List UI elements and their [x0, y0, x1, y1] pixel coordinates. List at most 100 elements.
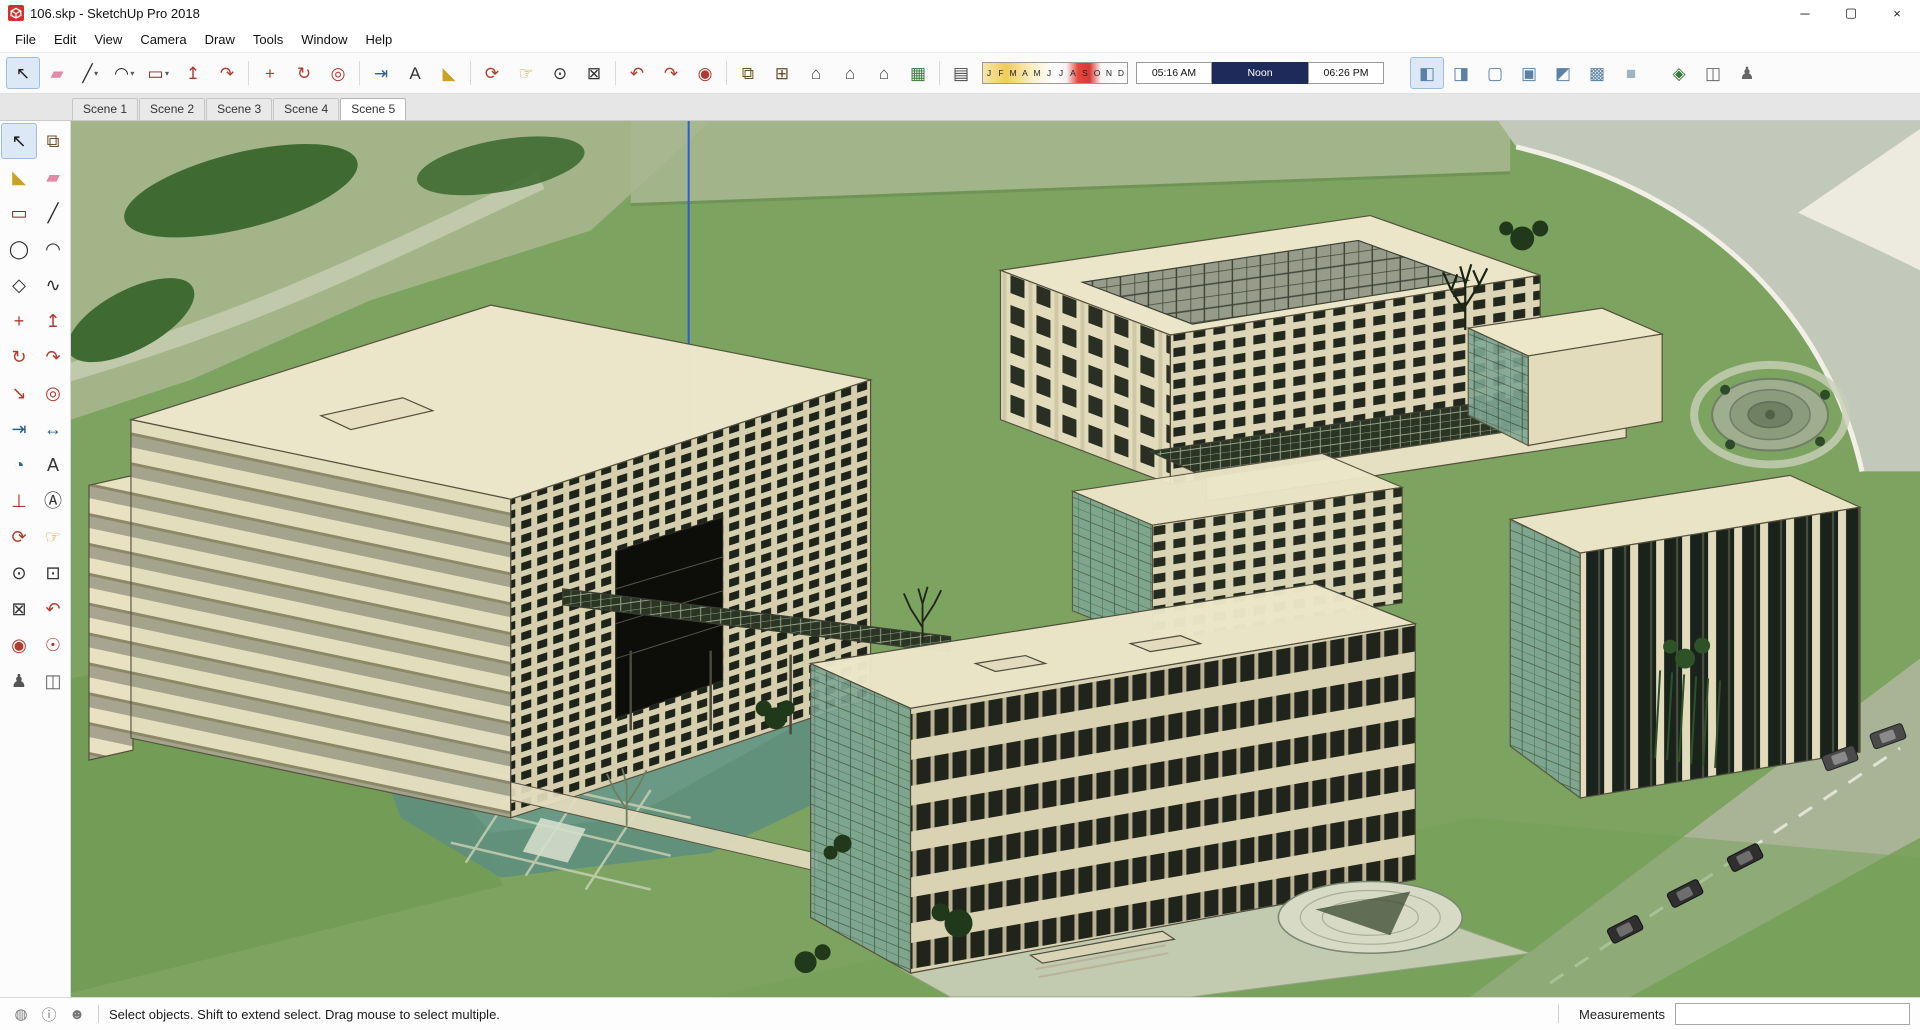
- style-xray-button[interactable]: ◧: [1410, 57, 1444, 89]
- text-tool[interactable]: A: [35, 447, 71, 483]
- line-tool[interactable]: ╱: [35, 195, 71, 231]
- rectangle-tool[interactable]: ▭: [1, 195, 37, 231]
- style-shaded-button[interactable]: ◩: [1546, 57, 1580, 89]
- style-monochrome-button[interactable]: ■: [1614, 57, 1648, 89]
- paint-bucket-tool[interactable]: ◣: [1, 159, 37, 195]
- arc-tool-button[interactable]: ◠ ▾: [108, 57, 142, 89]
- tool-icon: ╱: [82, 63, 93, 83]
- freehand-tool[interactable]: ∿: [35, 267, 71, 303]
- close-button[interactable]: ×: [1874, 0, 1920, 26]
- scene-tab-2[interactable]: Scene 2: [139, 98, 206, 120]
- rail-tool-icon: ◫: [44, 671, 62, 691]
- offset-tool[interactable]: ◎: [35, 375, 71, 411]
- minimize-button[interactable]: ─: [1782, 0, 1828, 26]
- walk-tool[interactable]: ♟: [1, 663, 37, 699]
- polygon-tool[interactable]: ◇: [1, 267, 37, 303]
- follow-me-tool-button[interactable]: ↷: [210, 57, 244, 89]
- line-tool-button[interactable]: ╱ ▾: [74, 57, 108, 89]
- 3d-text-tool[interactable]: Ⓐ: [35, 483, 71, 519]
- circle-tool[interactable]: ◯: [1, 231, 37, 267]
- paint-bucket-tool-button[interactable]: ◣: [432, 57, 466, 89]
- make-component-button[interactable]: ⧉: [731, 57, 765, 89]
- style-back-edges-button[interactable]: ◨: [1444, 57, 1478, 89]
- style-shaded-textures-button[interactable]: ▩: [1580, 57, 1614, 89]
- menu-item[interactable]: Draw: [196, 29, 244, 50]
- sign-in-avatar-icon[interactable]: ☻: [66, 1003, 88, 1025]
- axes-tool[interactable]: ⊥: [1, 483, 37, 519]
- tool-icon: ⌂: [810, 63, 822, 83]
- protractor-tool[interactable]: ◔: [1, 447, 37, 483]
- menu-item[interactable]: Help: [357, 29, 402, 50]
- shadow-date-slider[interactable]: JFMAMJJASOND: [982, 62, 1128, 84]
- extension-warehouse-button[interactable]: ▦: [901, 57, 935, 89]
- tape-measure-tool[interactable]: ⇥: [1, 411, 37, 447]
- add-location-button[interactable]: ◈: [1662, 57, 1696, 89]
- previous-view-tool[interactable]: ↶: [35, 591, 71, 627]
- section-plane-tool[interactable]: ◫: [35, 663, 71, 699]
- get-models-button[interactable]: ⌂: [799, 57, 833, 89]
- text-tool-button[interactable]: A: [398, 57, 432, 89]
- maximize-button[interactable]: ▢: [1828, 0, 1874, 26]
- credits-icon[interactable]: ⓘ: [38, 1003, 60, 1025]
- pan-tool-button[interactable]: ☞: [509, 57, 543, 89]
- dimension-tool[interactable]: ↔: [35, 411, 71, 447]
- scene-tab-1[interactable]: Scene 1: [72, 98, 139, 120]
- geolocation-icon[interactable]: ◍: [10, 1003, 32, 1025]
- eraser-tool-button[interactable]: ▰: [40, 57, 74, 89]
- menu-item[interactable]: Edit: [45, 29, 85, 50]
- share-component-button[interactable]: ⌂: [867, 57, 901, 89]
- components-panel-button[interactable]: ⊞: [765, 57, 799, 89]
- styles-toolbar: ◧ ◨ ▢ ▣ ◩ ▩ ■: [1410, 57, 1648, 89]
- eraser-tool[interactable]: ▰: [35, 159, 71, 195]
- titlebar: 106.skp - SketchUp Pro 2018 ─ ▢ ×: [0, 0, 1920, 26]
- move-tool-button[interactable]: +: [253, 57, 287, 89]
- scene-tab-5[interactable]: Scene 5: [340, 98, 407, 120]
- zoom-window-tool[interactable]: ⊡: [35, 555, 71, 591]
- rotate-tool-button[interactable]: ↻: [287, 57, 321, 89]
- zoom-tool-button[interactable]: ⊙: [543, 57, 577, 89]
- previous-view-button[interactable]: ↶: [620, 57, 654, 89]
- menu-item[interactable]: View: [85, 29, 131, 50]
- offset-tool-button[interactable]: ◎: [321, 57, 355, 89]
- style-wireframe-button[interactable]: ▢: [1478, 57, 1512, 89]
- position-camera-button[interactable]: ◉: [688, 57, 722, 89]
- style-hidden-line-button[interactable]: ▣: [1512, 57, 1546, 89]
- tool-icon: ◎: [330, 63, 346, 83]
- rotate-tool[interactable]: ↻: [1, 339, 37, 375]
- next-view-button[interactable]: ↷: [654, 57, 688, 89]
- rectangle-tool-button[interactable]: ▭ ▾: [142, 57, 176, 89]
- zoom-tool[interactable]: ⊙: [1, 555, 37, 591]
- toolbar-icons: ↖ ▰ ╱ ▾ ◠ ▾ ▭ ▾ ↥ ↷ + ↻ ◎ ⇥ A ◣ ⟳ ☞ ⊙ ⊠ …: [6, 57, 978, 89]
- menu-item[interactable]: Window: [292, 29, 356, 50]
- zoom-extents-button[interactable]: ⊠: [577, 57, 611, 89]
- menu-item[interactable]: Tools: [244, 29, 292, 50]
- push-pull-tool-button[interactable]: ↥: [176, 57, 210, 89]
- menu-item[interactable]: File: [6, 29, 45, 50]
- arc-tool[interactable]: ◠: [35, 231, 71, 267]
- move-tool[interactable]: +: [1, 303, 37, 339]
- make-component-tool[interactable]: ⧉: [35, 123, 71, 159]
- look-around-tool[interactable]: ☉: [35, 627, 71, 663]
- scene-tab-3[interactable]: Scene 3: [206, 98, 273, 120]
- scale-tool[interactable]: ↘: [1, 375, 37, 411]
- section-plane-button[interactable]: ◫: [1696, 57, 1730, 89]
- measurements-input[interactable]: [1675, 1003, 1910, 1025]
- orbit-tool-button[interactable]: ⟳: [475, 57, 509, 89]
- share-model-button[interactable]: ⌂: [833, 57, 867, 89]
- scene-tab-4[interactable]: Scene 4: [273, 98, 340, 120]
- tape-measure-tool-button[interactable]: ⇥: [364, 57, 398, 89]
- position-camera-tool[interactable]: ◉: [1, 627, 37, 663]
- noon-slider-handle[interactable]: Noon: [1212, 62, 1308, 84]
- misc-icon: ◫: [1704, 63, 1722, 83]
- follow-me-tool[interactable]: ↷: [35, 339, 71, 375]
- select-tool[interactable]: ↖: [1, 123, 37, 159]
- orbit-tool[interactable]: ⟳: [1, 519, 37, 555]
- walk-tool-button[interactable]: ♟: [1730, 57, 1764, 89]
- select-tool-button[interactable]: ↖: [6, 57, 40, 89]
- shadow-settings-button[interactable]: ▤: [944, 57, 978, 89]
- pan-tool[interactable]: ☞: [35, 519, 71, 555]
- zoom-extents-tool[interactable]: ⊠: [1, 591, 37, 627]
- viewport-3d[interactable]: [71, 121, 1920, 997]
- menu-item[interactable]: Camera: [131, 29, 195, 50]
- push-pull-tool[interactable]: ↥: [35, 303, 71, 339]
